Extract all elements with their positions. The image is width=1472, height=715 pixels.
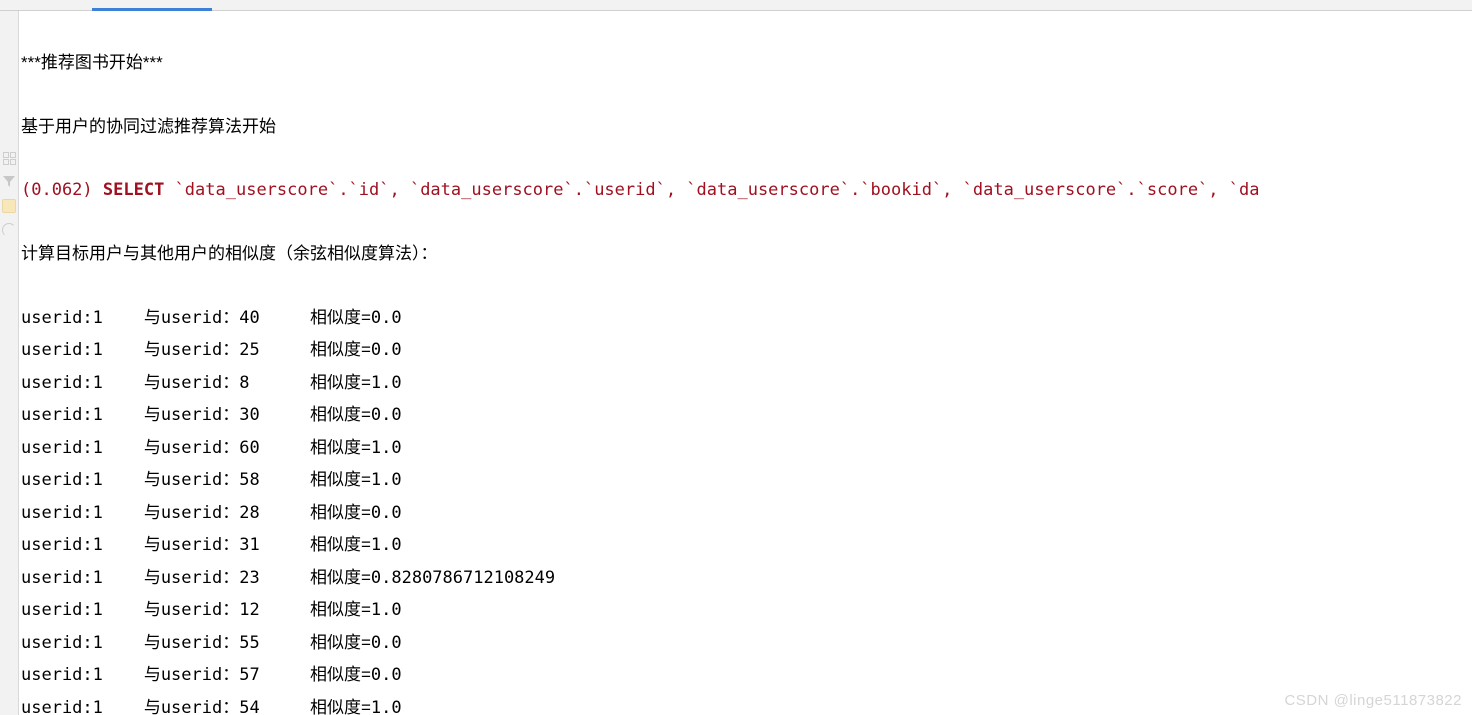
similarity-rows: userid:1 与userid：40 相似度=0.0userid:1 与use… <box>21 302 1470 715</box>
row-sim-label: 相似度= <box>310 373 371 392</box>
row-sim-value: 0.8280786712108249 <box>371 568 555 588</box>
row-sim-value: 1.0 <box>371 535 402 555</box>
row-sim-label: 相似度= <box>310 405 371 424</box>
row-sim-value: 0.0 <box>371 503 402 523</box>
row-uid-join: userid:1 与userid： <box>21 595 239 627</box>
row-other-userid: 40 <box>239 303 279 335</box>
similarity-row: userid:1 与userid：12 相似度=1.0 <box>21 594 1470 627</box>
row-sim-value: 0.0 <box>371 633 402 653</box>
row-other-userid: 55 <box>239 628 279 660</box>
row-sim-label: 相似度= <box>310 698 371 715</box>
row-other-userid: 25 <box>239 335 279 367</box>
similarity-row: userid:1 与userid：23 相似度=0.82807867121082… <box>21 562 1470 595</box>
row-uid-join: userid:1 与userid： <box>21 368 239 400</box>
row-sim-value: 1.0 <box>371 600 402 620</box>
sql-time: (0.062) <box>21 180 93 200</box>
row-uid-join: userid:1 与userid： <box>21 530 239 562</box>
row-sim-value: 1.0 <box>371 438 402 458</box>
similarity-row: userid:1 与userid：25 相似度=0.0 <box>21 334 1470 367</box>
row-uid-join: userid:1 与userid： <box>21 498 239 530</box>
sql-line: (0.062) SELECT `data_userscore`.`id`, `d… <box>21 175 1470 207</box>
similarity-row: userid:1 与userid：30 相似度=0.0 <box>21 399 1470 432</box>
similarity-row: userid:1 与userid：31 相似度=1.0 <box>21 529 1470 562</box>
row-other-userid: 8 <box>239 368 279 400</box>
gutter <box>0 11 19 715</box>
row-sim-value: 1.0 <box>371 470 402 490</box>
row-sim-label: 相似度= <box>310 535 371 554</box>
sql-columns: `data_userscore`.`id`, `data_userscore`.… <box>164 180 1259 200</box>
row-other-userid: 58 <box>239 465 279 497</box>
row-other-userid: 23 <box>239 563 279 595</box>
row-sim-label: 相似度= <box>310 438 371 457</box>
row-sim-value: 0.0 <box>371 308 402 328</box>
row-uid-join: userid:1 与userid： <box>21 433 239 465</box>
row-other-userid: 30 <box>239 400 279 432</box>
row-sim-label: 相似度= <box>310 308 371 327</box>
similarity-row: userid:1 与userid：60 相似度=1.0 <box>21 432 1470 465</box>
similarity-row: userid:1 与userid：55 相似度=0.0 <box>21 627 1470 660</box>
console-output[interactable]: ***推荐图书开始*** 基于用户的协同过滤推荐算法开始 (0.062) SEL… <box>19 11 1472 715</box>
row-uid-join: userid:1 与userid： <box>21 400 239 432</box>
similarity-row: userid:1 与userid：54 相似度=1.0 <box>21 692 1470 715</box>
row-other-userid: 28 <box>239 498 279 530</box>
calc-title-line: 计算目标用户与其他用户的相似度（余弦相似度算法）： <box>21 244 438 263</box>
row-sim-label: 相似度= <box>310 340 371 359</box>
similarity-row: userid:1 与userid：28 相似度=0.0 <box>21 497 1470 530</box>
layout-icon[interactable] <box>2 151 16 165</box>
banner-line: ***推荐图书开始*** <box>21 53 163 72</box>
row-sim-label: 相似度= <box>310 503 371 522</box>
algo-start-line: 基于用户的协同过滤推荐算法开始 <box>21 117 276 136</box>
similarity-row: userid:1 与userid：8 相似度=1.0 <box>21 367 1470 400</box>
row-uid-join: userid:1 与userid： <box>21 335 239 367</box>
row-sim-value: 0.0 <box>371 340 402 360</box>
similarity-row: userid:1 与userid：40 相似度=0.0 <box>21 302 1470 335</box>
row-uid-join: userid:1 与userid： <box>21 628 239 660</box>
main-area: ***推荐图书开始*** 基于用户的协同过滤推荐算法开始 (0.062) SEL… <box>0 11 1472 715</box>
console-text: ***推荐图书开始*** 基于用户的协同过滤推荐算法开始 (0.062) SEL… <box>19 11 1472 715</box>
row-other-userid: 12 <box>239 595 279 627</box>
restart-icon[interactable] <box>2 223 16 237</box>
row-sim-label: 相似度= <box>310 470 371 489</box>
row-uid-join: userid:1 与userid： <box>21 660 239 692</box>
sql-select-keyword: SELECT <box>103 180 164 200</box>
row-other-userid: 57 <box>239 660 279 692</box>
row-other-userid: 54 <box>239 693 279 715</box>
similarity-row: userid:1 与userid：57 相似度=0.0 <box>21 659 1470 692</box>
row-other-userid: 31 <box>239 530 279 562</box>
row-sim-label: 相似度= <box>310 665 371 684</box>
highlight-icon[interactable] <box>2 199 16 213</box>
row-sim-label: 相似度= <box>310 633 371 652</box>
row-uid-join: userid:1 与userid： <box>21 465 239 497</box>
top-toolbar <box>0 0 1472 11</box>
similarity-row: userid:1 与userid：58 相似度=1.0 <box>21 464 1470 497</box>
row-sim-label: 相似度= <box>310 568 371 587</box>
row-sim-value: 0.0 <box>371 665 402 685</box>
row-uid-join: userid:1 与userid： <box>21 563 239 595</box>
row-uid-join: userid:1 与userid： <box>21 693 239 715</box>
row-sim-value: 1.0 <box>371 373 402 393</box>
filter-icon[interactable] <box>2 175 16 189</box>
row-sim-label: 相似度= <box>310 600 371 619</box>
row-other-userid: 60 <box>239 433 279 465</box>
row-uid-join: userid:1 与userid： <box>21 303 239 335</box>
row-sim-value: 0.0 <box>371 405 402 425</box>
row-sim-value: 1.0 <box>371 698 402 715</box>
